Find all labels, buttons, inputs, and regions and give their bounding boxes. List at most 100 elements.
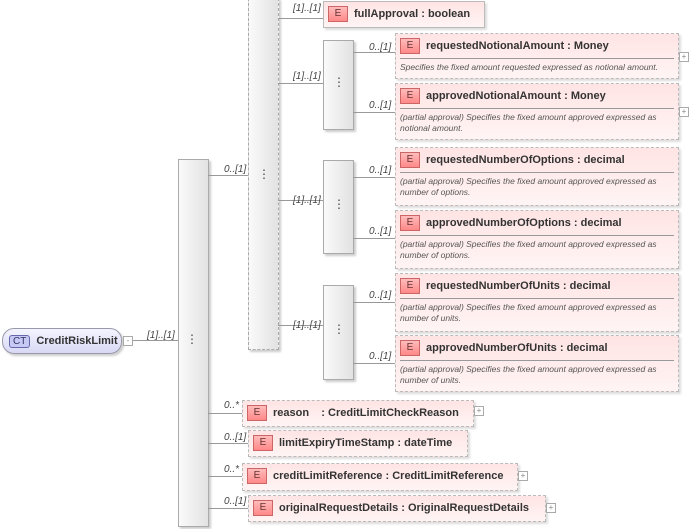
element-badge: E bbox=[253, 435, 273, 451]
element-type: Money bbox=[573, 40, 609, 52]
connector bbox=[208, 413, 242, 414]
connector bbox=[208, 175, 248, 176]
root-name: CreditRiskLimit bbox=[36, 335, 118, 347]
element-name: requestedNumberOfUnits bbox=[426, 280, 560, 292]
cardinality: 0..[1] bbox=[224, 164, 247, 175]
element-badge: E bbox=[247, 405, 267, 421]
element-name: originalRequestDetails bbox=[279, 502, 399, 514]
expand-button[interactable]: + bbox=[546, 503, 556, 513]
connector bbox=[353, 302, 395, 303]
connector bbox=[353, 112, 395, 113]
separator: : bbox=[570, 217, 581, 229]
element-requestednumberofunits[interactable]: ErequestedNumberOfUnits : decimal (parti… bbox=[395, 273, 679, 332]
element-badge: E bbox=[400, 152, 420, 168]
separator: : bbox=[394, 437, 405, 449]
element-description: Specifies the fixed amount requested exp… bbox=[400, 58, 674, 73]
element-type: Money bbox=[570, 90, 606, 102]
cardinality: [1]..[1] bbox=[147, 330, 175, 341]
element-approvednotionalamount[interactable]: EapprovedNotionalAmount : Money (partial… bbox=[395, 83, 679, 140]
element-badge: E bbox=[400, 215, 420, 231]
element-fullapproval[interactable]: EfullApproval : boolean bbox=[323, 1, 485, 28]
cardinality: 0..[1] bbox=[369, 165, 392, 176]
element-name: reason bbox=[273, 407, 310, 419]
cardinality: 0..[1] bbox=[369, 42, 392, 53]
cardinality: 0..[1] bbox=[224, 432, 247, 443]
element-reason[interactable]: Ereason : CreditLimitCheckReason bbox=[242, 400, 474, 427]
expand-button[interactable]: + bbox=[474, 406, 484, 416]
element-type: CreditLimitReference bbox=[392, 470, 504, 482]
connector bbox=[208, 476, 242, 477]
expand-button[interactable]: + bbox=[679, 107, 689, 117]
element-badge: E bbox=[400, 278, 420, 294]
element-badge: E bbox=[400, 38, 420, 54]
connector bbox=[208, 508, 248, 509]
cardinality: [1]..[1] bbox=[293, 320, 321, 331]
cardinality: [1]..[1] bbox=[293, 195, 321, 206]
separator: : bbox=[418, 8, 428, 20]
choice-icon: ⋮ bbox=[258, 167, 270, 181]
cardinality: 0..[1] bbox=[224, 496, 247, 507]
element-description: (partial approval) Specifies the fixed a… bbox=[400, 108, 674, 134]
element-description: (partial approval) Specifies the fixed a… bbox=[400, 235, 674, 261]
element-name: requestedNotionalAmount bbox=[426, 40, 565, 52]
cardinality: 0..[1] bbox=[369, 351, 392, 362]
connector bbox=[208, 443, 248, 444]
cardinality: 0..[1] bbox=[369, 100, 392, 111]
connector bbox=[278, 83, 323, 84]
complex-type-creditrisklimit[interactable]: CT CreditRiskLimit bbox=[2, 328, 122, 354]
element-type: decimal bbox=[569, 280, 611, 292]
element-approvednumberofoptions[interactable]: EapprovedNumberOfOptions : decimal (part… bbox=[395, 210, 679, 269]
collapse-button[interactable]: - bbox=[123, 336, 133, 346]
element-description: (partial approval) Specifies the fixed a… bbox=[400, 360, 674, 386]
sequence-icon: ⋮ bbox=[333, 75, 345, 89]
element-type: dateTime bbox=[404, 437, 453, 449]
separator: : bbox=[398, 502, 408, 514]
element-name: approvedNumberOfOptions bbox=[426, 217, 571, 229]
separator: : bbox=[573, 154, 584, 166]
connector bbox=[278, 18, 323, 19]
element-name: approvedNumberOfUnits bbox=[426, 342, 557, 354]
separator: : bbox=[382, 470, 393, 482]
cardinality: [1]..[1] bbox=[293, 3, 321, 14]
connector bbox=[353, 177, 395, 178]
element-type: decimal bbox=[580, 217, 622, 229]
sequence-icon: ⋮ bbox=[333, 197, 345, 211]
element-badge: E bbox=[328, 6, 348, 22]
element-creditlimitreference[interactable]: EcreditLimitReference : CreditLimitRefer… bbox=[242, 463, 518, 491]
separator: : bbox=[318, 407, 329, 419]
element-originalrequestdetails[interactable]: EoriginalRequestDetails : OriginalReques… bbox=[248, 495, 546, 522]
separator: : bbox=[564, 40, 574, 52]
element-description: (partial approval) Specifies the fixed a… bbox=[400, 298, 674, 324]
element-badge: E bbox=[253, 500, 273, 516]
element-approvednumberofunits[interactable]: EapprovedNumberOfUnits : decimal (partia… bbox=[395, 335, 679, 392]
element-badge: E bbox=[400, 340, 420, 356]
element-badge: E bbox=[400, 88, 420, 104]
element-limitexpirytimestamp[interactable]: ElimitExpiryTimeStamp : dateTime bbox=[248, 430, 468, 457]
element-name: creditLimitReference bbox=[273, 470, 383, 482]
element-type: OriginalRequestDetails bbox=[407, 502, 530, 514]
separator: : bbox=[556, 342, 567, 354]
cardinality: 0..[1] bbox=[369, 290, 392, 301]
sequence-icon: ⋮ bbox=[333, 322, 345, 336]
connector bbox=[353, 363, 395, 364]
separator: : bbox=[559, 280, 570, 292]
cardinality: 0..* bbox=[224, 400, 240, 411]
expand-button[interactable]: + bbox=[679, 52, 689, 62]
element-name: limitExpiryTimeStamp bbox=[279, 437, 395, 449]
ct-badge: CT bbox=[9, 334, 31, 348]
element-type: CreditLimitCheckReason bbox=[328, 407, 459, 419]
element-type: decimal bbox=[583, 154, 625, 166]
separator: : bbox=[561, 90, 571, 102]
cardinality: [1]..[1] bbox=[293, 71, 321, 82]
cardinality: 0..* bbox=[224, 464, 240, 475]
element-requestednotionalamount[interactable]: ErequestedNotionalAmount : Money Specifi… bbox=[395, 33, 679, 79]
element-requestednumberofoptions[interactable]: ErequestedNumberOfOptions : decimal (par… bbox=[395, 147, 679, 206]
element-type: boolean bbox=[427, 8, 471, 20]
element-type: decimal bbox=[566, 342, 608, 354]
element-name: requestedNumberOfOptions bbox=[426, 154, 574, 166]
element-badge: E bbox=[247, 468, 267, 484]
sequence-icon: ⋮ bbox=[186, 332, 198, 346]
element-name: fullApproval bbox=[354, 8, 419, 20]
connector bbox=[353, 238, 395, 239]
expand-button[interactable]: + bbox=[518, 471, 528, 481]
